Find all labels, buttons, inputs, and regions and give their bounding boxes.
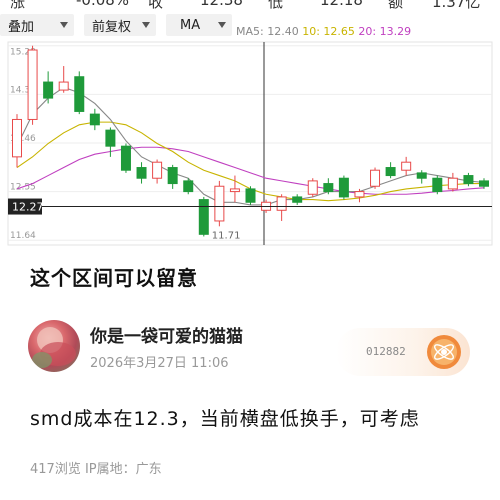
username[interactable]: 你是一袋可爱的猫猫 bbox=[90, 322, 243, 347]
candle-down bbox=[385, 167, 396, 177]
candle-down bbox=[292, 196, 303, 203]
candle-down bbox=[245, 188, 256, 203]
candle-down bbox=[43, 81, 54, 99]
ma-legend: MA5: 12.40 10: 12.65 20: 13.29 bbox=[236, 25, 411, 38]
post-timestamp: 2026年3月27日 11:06 bbox=[90, 356, 229, 371]
chevron-down-icon bbox=[60, 22, 68, 28]
chart-frame bbox=[7, 41, 493, 246]
badge-emblem-icon bbox=[427, 335, 461, 369]
candle-up bbox=[401, 161, 412, 171]
chevron-down-icon bbox=[218, 22, 226, 28]
candle-down bbox=[74, 76, 85, 112]
quote-label-low: 低 bbox=[268, 0, 284, 10]
candle-up bbox=[354, 191, 365, 198]
quote-value-close: 12.38 bbox=[200, 0, 243, 9]
quote-label-change: 涨 bbox=[10, 0, 26, 10]
chart-toolbar: 叠加 前复权 MA MA5: 12.40 10: 12.65 20: 13.29 bbox=[0, 10, 500, 38]
candle-down bbox=[463, 175, 474, 185]
candle-down bbox=[167, 167, 178, 185]
post-title: 这个区间可以留意 bbox=[30, 266, 198, 290]
candle-down bbox=[198, 199, 209, 235]
quote-label-amount: 额 bbox=[388, 0, 404, 10]
candle-up bbox=[370, 169, 381, 187]
candlestick-chart[interactable]: 15.28 14.37 13.46 12.55 11.64 12.27 11.71 bbox=[0, 38, 500, 250]
indicator-label: MA bbox=[180, 17, 201, 33]
badge-number: 012882 bbox=[366, 345, 406, 358]
chevron-down-icon bbox=[142, 22, 150, 28]
candle-up bbox=[229, 188, 240, 193]
post-comment: smd成本在12.3，当前横盘低换手，可考虑 bbox=[30, 408, 420, 430]
adjust-dropdown[interactable]: 前复权 bbox=[84, 14, 156, 36]
post-meta: 417浏览 IP属地：广东 bbox=[30, 462, 162, 477]
indicator-dropdown[interactable]: MA bbox=[166, 14, 232, 36]
candle-up bbox=[12, 118, 22, 158]
candle-down bbox=[479, 180, 489, 187]
candle-up bbox=[307, 180, 318, 195]
candle-down bbox=[338, 177, 349, 198]
user-badge[interactable]: 012882 bbox=[336, 328, 470, 376]
overlay-label: 叠加 bbox=[8, 19, 35, 35]
quote-value-change: -0.08% bbox=[76, 0, 130, 9]
avatar[interactable] bbox=[28, 320, 80, 372]
quote-value-amount: 1.37亿 bbox=[432, 0, 481, 10]
candle-down bbox=[416, 172, 427, 179]
overlay-dropdown[interactable]: 叠加 bbox=[0, 14, 74, 36]
candle-up bbox=[27, 49, 38, 120]
candle-down bbox=[105, 129, 116, 147]
avatar-image bbox=[32, 327, 76, 368]
quote-value-low: 12.18 bbox=[320, 0, 363, 9]
quote-summary-strip: 涨 -0.08% 收 12.38 低 12.18 额 1.37亿 bbox=[0, 0, 500, 10]
candle-up bbox=[214, 185, 225, 222]
candle-up bbox=[58, 81, 69, 91]
chart-canvas[interactable]: 15.2814.3713.4612.5511.6412.2711.71 bbox=[0, 38, 500, 250]
candle-down bbox=[432, 177, 443, 193]
adjust-label: 前复权 bbox=[92, 19, 132, 35]
y-tick-label: 11.64 bbox=[10, 231, 36, 241]
quote-label-close: 收 bbox=[148, 0, 164, 10]
low-marker-label: 11.71 bbox=[212, 230, 241, 241]
candle-down bbox=[183, 180, 194, 193]
candle-down bbox=[89, 113, 100, 126]
candle-up bbox=[276, 196, 287, 211]
candle-down bbox=[120, 145, 131, 171]
current-price-label: 12.27 bbox=[12, 201, 44, 214]
candle-up bbox=[447, 177, 458, 190]
candle-up bbox=[152, 161, 163, 179]
candle-down bbox=[136, 167, 147, 179]
ma10-legend-label: 10: 12.65 bbox=[302, 25, 355, 38]
ma20-legend-label: 20: 13.29 bbox=[358, 25, 412, 38]
candle-down bbox=[323, 183, 334, 193]
ma5-legend-label: MA5: 12.40 bbox=[236, 25, 299, 38]
